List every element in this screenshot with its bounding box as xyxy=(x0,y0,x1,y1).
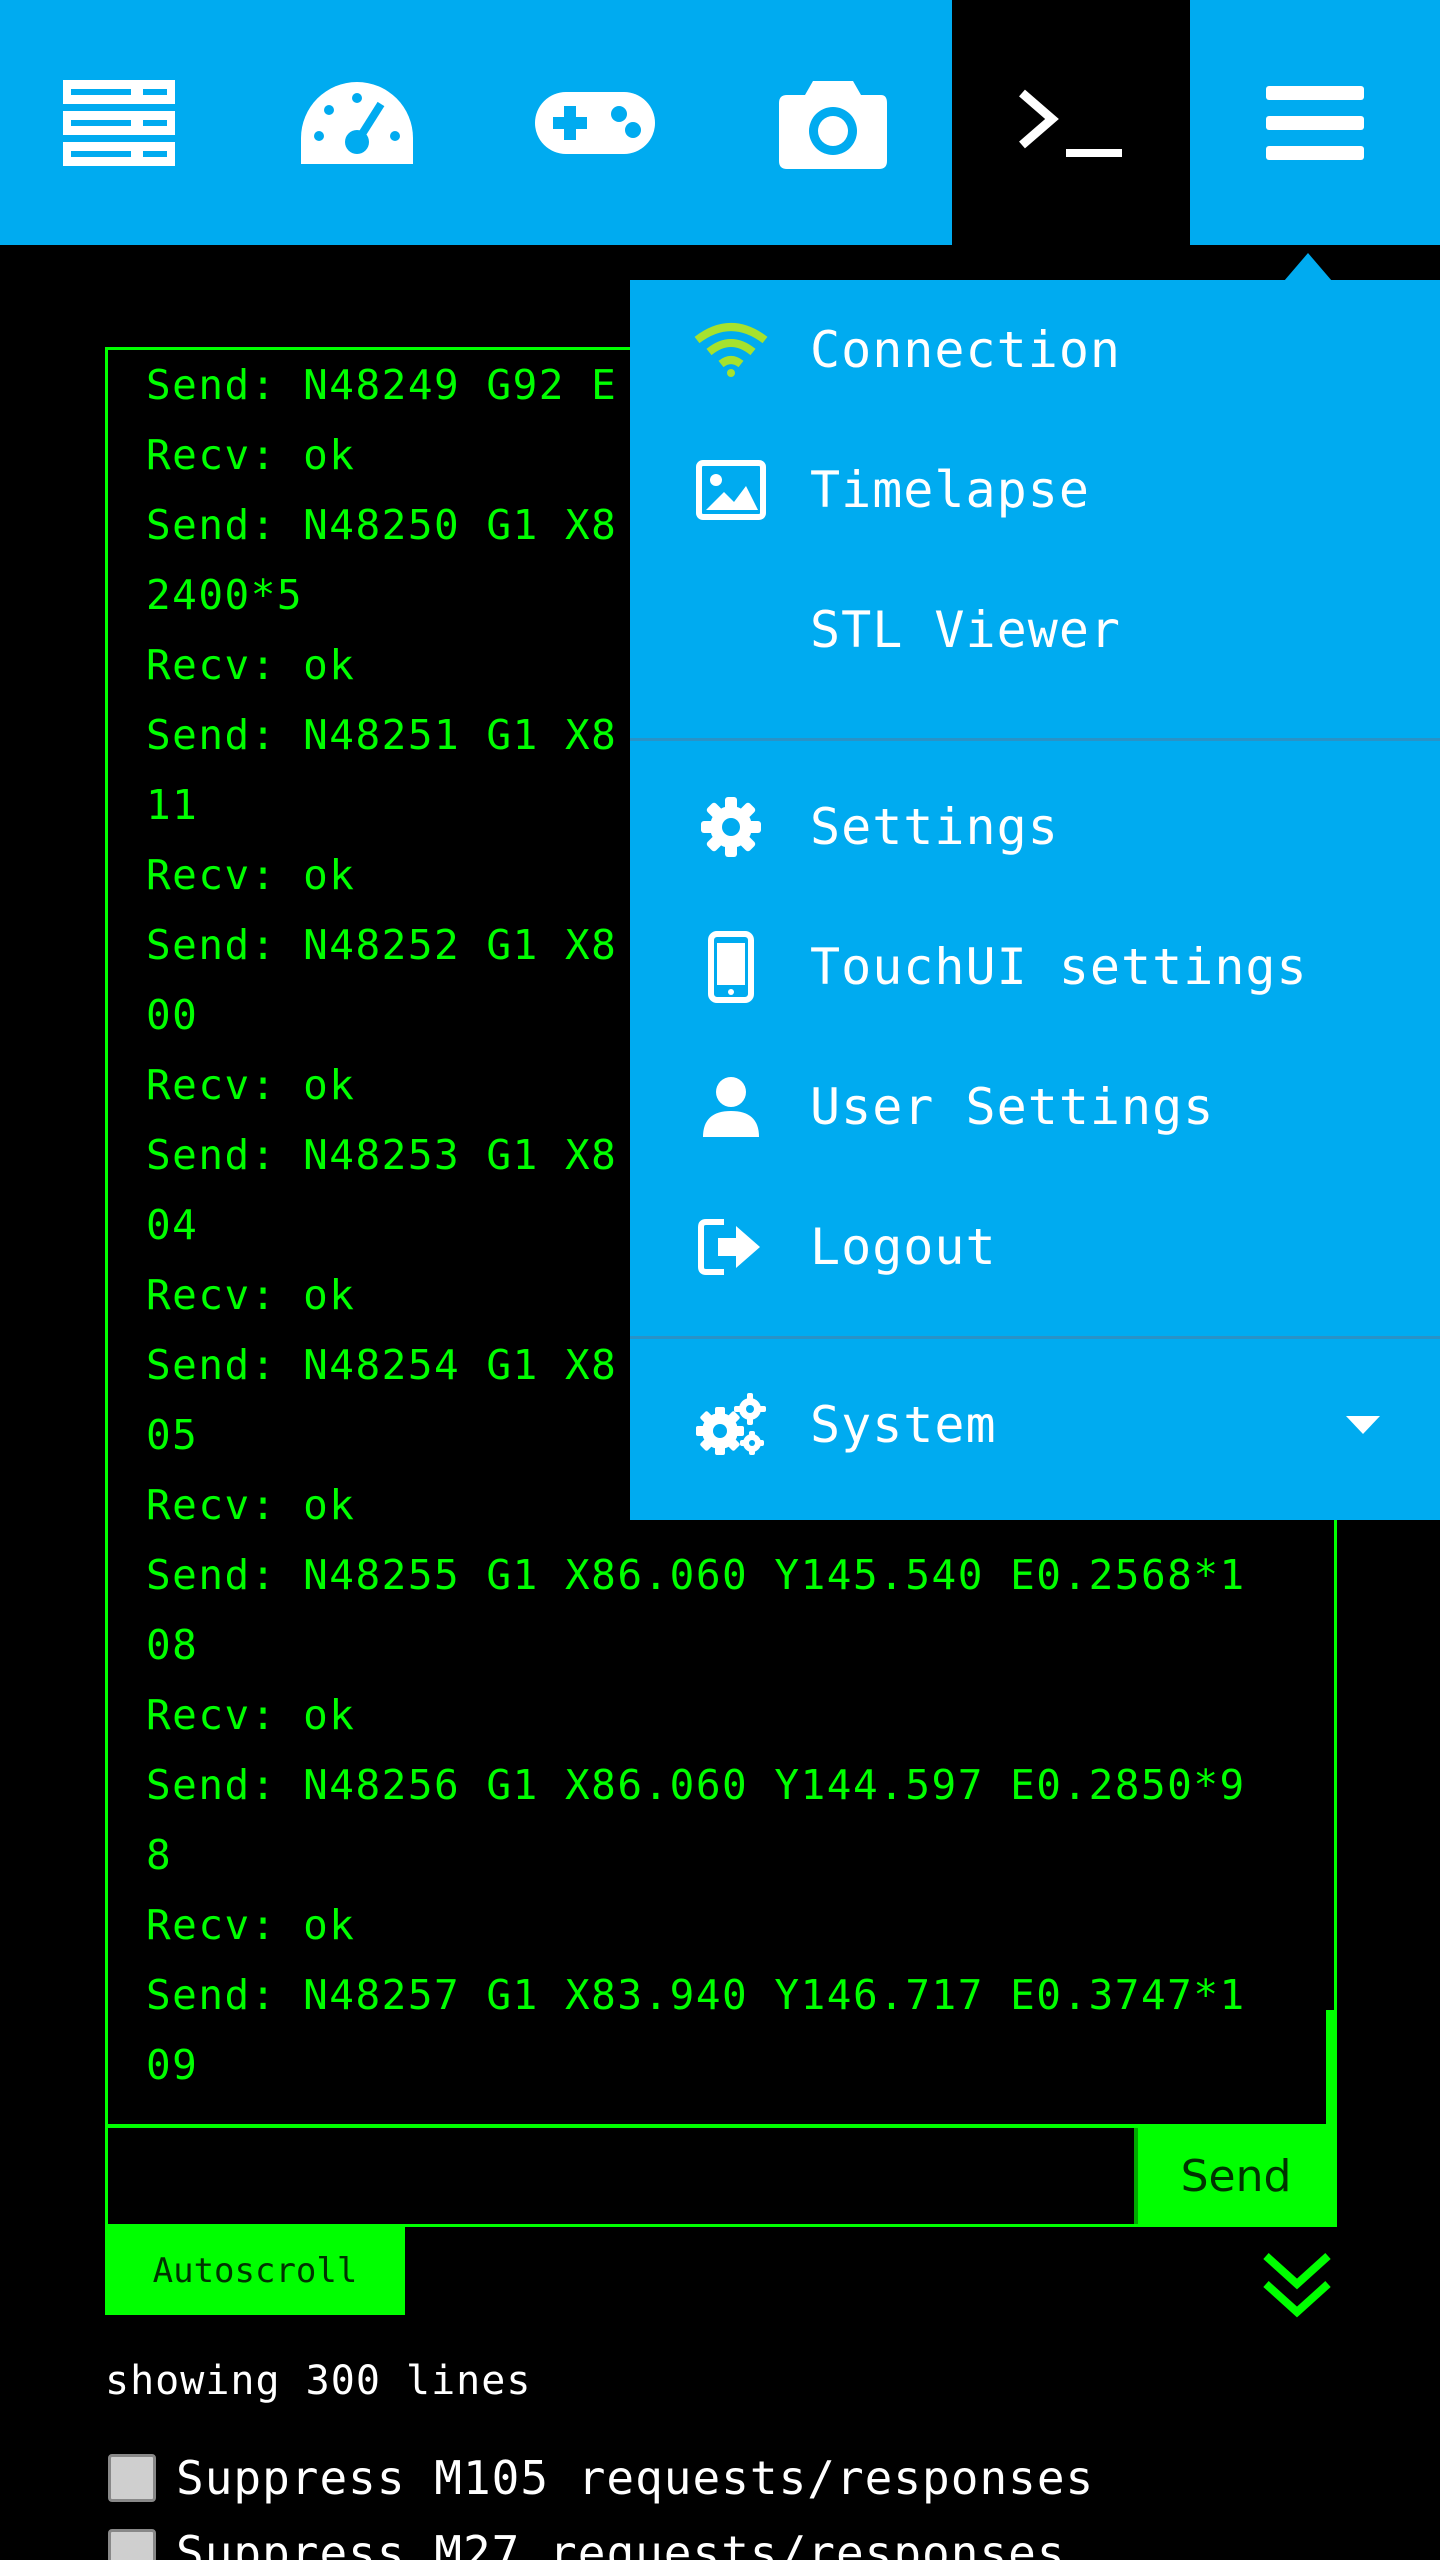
server-stack-icon xyxy=(63,79,175,166)
tab-files[interactable] xyxy=(0,0,238,245)
menu-label-connection: Connection xyxy=(810,321,1122,379)
terminal-line: 09 xyxy=(146,2041,199,2089)
menu-label-system: System xyxy=(810,1396,997,1454)
terminal-line: 8 xyxy=(146,1831,173,1879)
autoscroll-button[interactable]: Autoscroll xyxy=(105,2227,405,2315)
wifi-icon xyxy=(686,305,776,395)
tab-webcam[interactable] xyxy=(714,0,952,245)
send-button[interactable]: Send xyxy=(1134,2128,1334,2224)
menu-item-logout[interactable]: Logout xyxy=(630,1177,1440,1317)
menu-divider xyxy=(630,1336,1440,1339)
gears-icon xyxy=(686,1380,776,1470)
user-icon xyxy=(686,1062,776,1152)
camera-icon xyxy=(779,80,887,169)
menu-item-user-settings[interactable]: User Settings xyxy=(630,1037,1440,1177)
hamburger-icon xyxy=(1266,85,1364,160)
menu-label-user-settings: User Settings xyxy=(810,1078,1215,1136)
command-row: Send xyxy=(105,2125,1337,2227)
mobile-phone-icon xyxy=(686,922,776,1012)
menu-item-connection[interactable]: Connection xyxy=(630,280,1440,420)
terminal-line: Recv: ok xyxy=(146,1901,356,1949)
menu-divider xyxy=(630,738,1440,741)
tab-menu[interactable] xyxy=(1190,0,1440,245)
terminal-icon xyxy=(1019,89,1122,157)
filter-m27-label: Suppress M27 requests/responses xyxy=(176,2526,1066,2560)
double-chevron-down-icon[interactable] xyxy=(1262,2250,1332,2320)
terminal-line: Send: N48257 G1 X83.940 Y146.717 E0.3747… xyxy=(146,1971,1246,2019)
filter-m105-label: Suppress M105 requests/responses xyxy=(176,2451,1095,2505)
menu-item-touchui-settings[interactable]: TouchUI settings xyxy=(630,897,1440,1037)
gamepad-icon xyxy=(535,91,655,154)
filter-m105-checkbox[interactable] xyxy=(108,2454,156,2502)
menu-item-timelapse[interactable]: Timelapse xyxy=(630,420,1440,560)
menu-item-stl-viewer[interactable]: STL Viewer xyxy=(630,560,1440,700)
menu-item-system[interactable]: System xyxy=(630,1355,1440,1495)
terminal-line: Recv: ok xyxy=(146,1691,356,1739)
gauge-icon xyxy=(301,81,413,164)
main-dropdown-menu: Connection Timelapse STL Viewer Settings… xyxy=(630,280,1440,1520)
terminal-line: Send: N48255 G1 X86.060 Y145.540 E0.2568… xyxy=(146,1551,1246,1599)
menu-label-touchui-settings: TouchUI settings xyxy=(810,938,1308,996)
menu-label-logout: Logout xyxy=(810,1218,997,1276)
command-input[interactable] xyxy=(108,2128,1128,2224)
terminal-line: 08 xyxy=(146,1621,199,1669)
menu-label-stl-viewer: STL Viewer xyxy=(810,601,1122,659)
menu-label-settings: Settings xyxy=(810,798,1059,856)
menu-item-settings[interactable]: Settings xyxy=(630,757,1440,897)
filter-m105[interactable]: Suppress M105 requests/responses xyxy=(108,2443,1094,2513)
line-count-text: showing 300 lines xyxy=(105,2358,532,2404)
menu-label-timelapse: Timelapse xyxy=(810,461,1090,519)
gear-icon xyxy=(686,782,776,872)
menu-caret xyxy=(1284,253,1332,281)
filter-m27-checkbox[interactable] xyxy=(108,2529,156,2560)
terminal-scrollbar[interactable] xyxy=(1326,2010,1334,2124)
terminal-line: Send: N48256 G1 X86.060 Y144.597 E0.2850… xyxy=(146,1761,1246,1809)
top-navbar xyxy=(0,0,1440,245)
tab-control[interactable] xyxy=(476,0,714,245)
image-icon xyxy=(686,445,776,535)
filter-m27[interactable]: Suppress M27 requests/responses xyxy=(108,2518,1066,2560)
tab-dashboard[interactable] xyxy=(238,0,476,245)
caret-down-icon xyxy=(1346,1416,1380,1434)
tab-terminal[interactable] xyxy=(952,0,1190,245)
logout-icon xyxy=(686,1202,776,1292)
